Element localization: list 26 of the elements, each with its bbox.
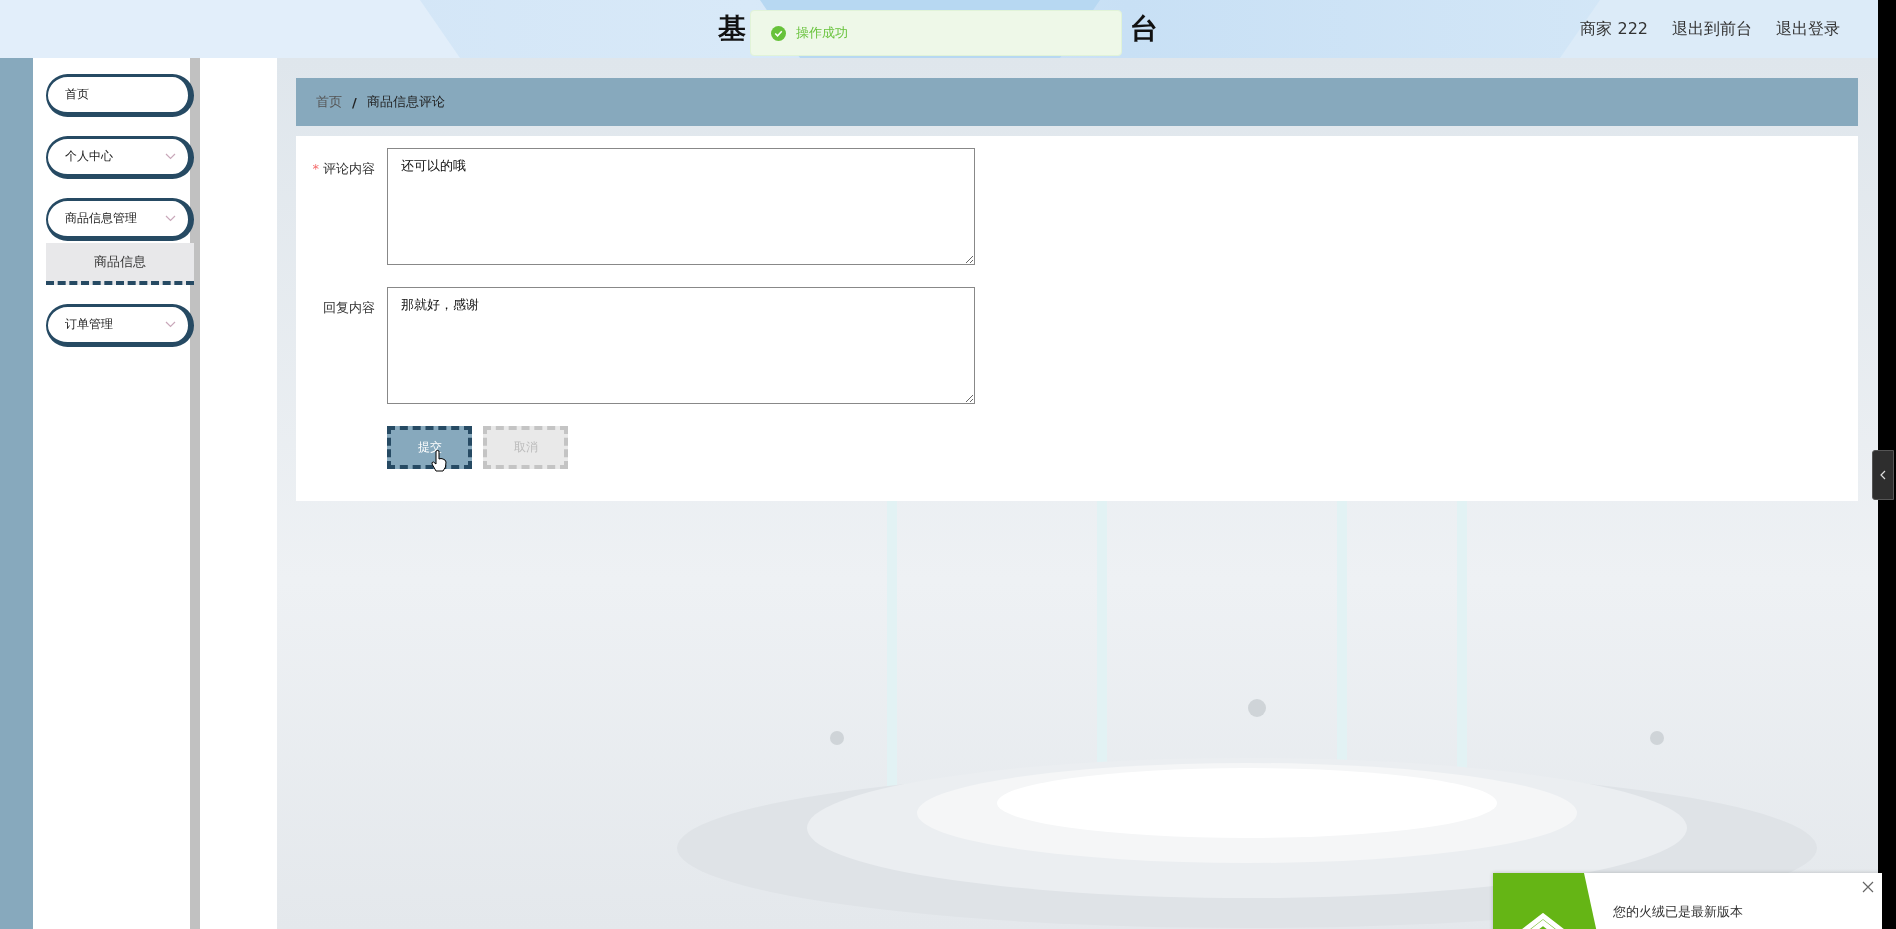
chevron-down-icon [165, 321, 176, 328]
chevron-down-icon [165, 153, 176, 160]
chevron-left-icon [1880, 470, 1886, 480]
collapse-button[interactable] [1872, 450, 1894, 500]
check-circle-icon [771, 25, 786, 41]
required-mark: * [312, 161, 319, 176]
notification-message: 您的火绒已是最新版本 [1613, 903, 1743, 921]
close-icon [1862, 881, 1874, 893]
header-link[interactable]: 退出到前台 [1672, 18, 1752, 40]
field-label: 评论内容 [323, 161, 375, 176]
breadcrumb-separator: / [352, 94, 357, 110]
chevron-down-icon [165, 215, 176, 222]
toast-message: 操作成功 [796, 24, 848, 42]
site-title: 基 [718, 11, 746, 47]
header-link[interactable]: 退出登录 [1776, 18, 1840, 40]
text-field[interactable]: 那就好，感谢 [387, 287, 975, 404]
menu-item[interactable]: 商品信息管理 [46, 198, 194, 241]
field-label: 回复内容 [323, 300, 375, 315]
breadcrumb-current: 商品信息评论 [366, 93, 445, 111]
menu-item[interactable]: 首页 [46, 74, 194, 117]
menu-item[interactable]: 订单管理 [46, 304, 194, 347]
text-field[interactable]: 还可以的哦 [387, 148, 975, 265]
site-title: 台 [1130, 11, 1158, 47]
submenu-item[interactable]: 商品信息 [46, 243, 194, 285]
user-name: 商家 222 [1580, 18, 1648, 40]
menu-item[interactable]: 个人中心 [46, 136, 194, 179]
